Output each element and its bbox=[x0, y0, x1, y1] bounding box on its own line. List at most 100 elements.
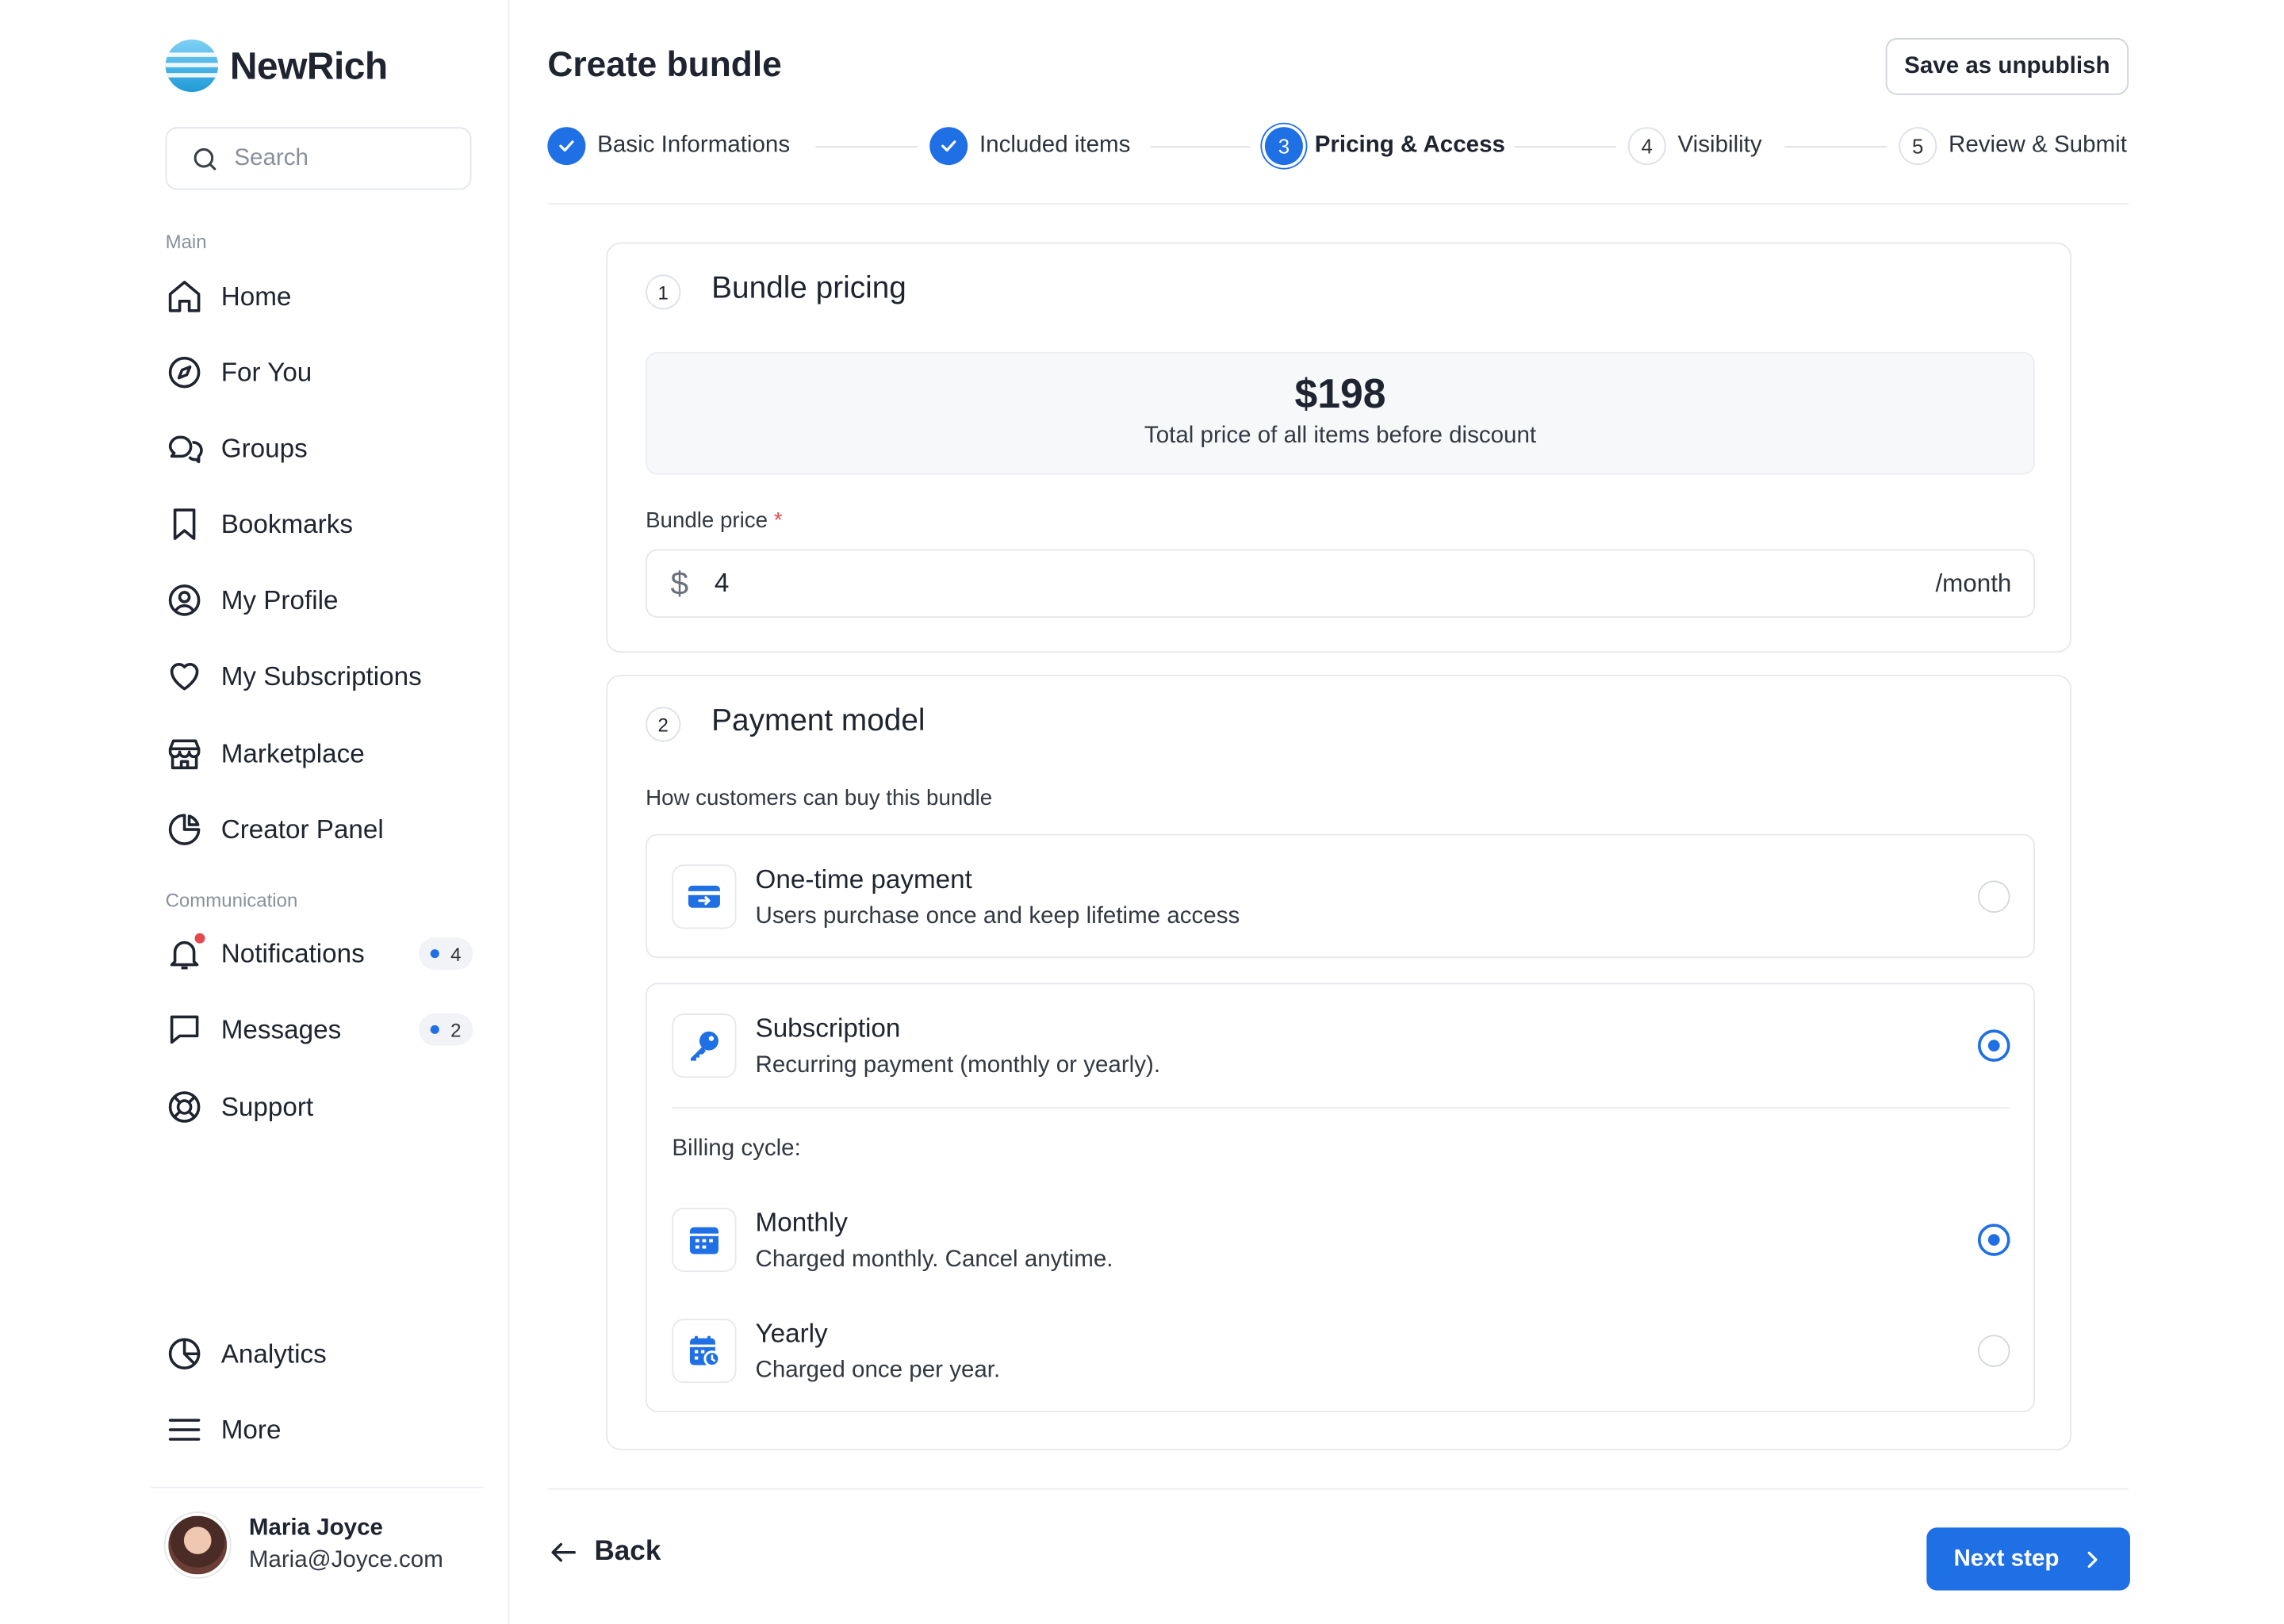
section-number: 2 bbox=[646, 707, 681, 742]
sidebar-item-label: My Subscriptions bbox=[220, 661, 422, 691]
header-divider bbox=[547, 202, 2129, 205]
footer-divider bbox=[547, 1488, 2129, 1490]
total-price: $198 bbox=[1294, 370, 1386, 416]
option-row[interactable]: One-time payment Users purchase once and… bbox=[672, 853, 2033, 941]
sidebar-item-notifications[interactable]: Notifications 4 bbox=[166, 925, 473, 983]
sidebar-item-label: Bookmarks bbox=[220, 508, 353, 538]
section-label-main: Main bbox=[165, 230, 207, 253]
bundle-pricing-card: 1 Bundle pricing $198 Total price of all… bbox=[606, 242, 2072, 653]
sidebar-item-home[interactable]: Home bbox=[166, 267, 473, 326]
sidebar-item-my-subscriptions[interactable]: My Subscriptions bbox=[166, 647, 473, 706]
bookmark-icon bbox=[173, 508, 196, 540]
one-time-payment-radio[interactable] bbox=[1977, 880, 2010, 914]
total-price-summary: $198 Total price of all items before dis… bbox=[646, 351, 2035, 475]
user-email: Maria@Joyce.com bbox=[248, 1548, 443, 1573]
sidebar-item-label: More bbox=[220, 1414, 282, 1444]
sidebar-item-bookmarks[interactable]: Bookmarks bbox=[166, 495, 473, 553]
user-circle-icon bbox=[168, 584, 201, 616]
message-icon bbox=[170, 1015, 199, 1044]
back-button[interactable]: Back bbox=[547, 1536, 661, 1568]
chevron-right-icon bbox=[2087, 1550, 2097, 1568]
sidebar-item-more[interactable]: More bbox=[166, 1400, 473, 1459]
divider bbox=[672, 1107, 2010, 1109]
home-icon bbox=[168, 281, 201, 312]
notifications-count-badge: 4 bbox=[418, 937, 473, 970]
option-description: Charged monthly. Cancel anytime. bbox=[755, 1247, 1113, 1273]
sidebar-item-label: Home bbox=[220, 281, 292, 311]
step-label: Basic Informations bbox=[597, 132, 791, 158]
stepper-step-visibility[interactable]: 4 Visibility bbox=[1627, 127, 1762, 166]
step-number: 3 bbox=[1264, 127, 1303, 166]
notification-dot bbox=[194, 933, 205, 944]
option-title: One-time payment bbox=[755, 864, 972, 894]
billing-option-monthly[interactable]: Monthly Charged monthly. Cancel anytime. bbox=[672, 1196, 2033, 1284]
sidebar-item-creator-panel[interactable]: Creator Panel bbox=[166, 800, 473, 859]
stepper-step-basic-info[interactable]: Basic Informations bbox=[547, 127, 791, 166]
heart-icon bbox=[170, 663, 199, 691]
sidebar-item-groups[interactable]: Groups bbox=[166, 419, 473, 478]
sidebar-item-label: Notifications bbox=[220, 938, 365, 968]
option-title: Monthly bbox=[755, 1208, 848, 1237]
pie-chart-icon bbox=[168, 814, 201, 845]
sidebar-item-for-you[interactable]: For You bbox=[166, 343, 473, 402]
stepper-step-included-items[interactable]: Included items bbox=[929, 127, 1131, 166]
sidebar-item-label: My Profile bbox=[220, 584, 339, 615]
required-mark: * bbox=[773, 508, 783, 534]
stepper-step-review-submit[interactable]: 5 Review & Submit bbox=[1899, 127, 2127, 166]
sidebar-item-label: Creator Panel bbox=[220, 814, 384, 844]
option-one-time-payment[interactable]: One-time payment Users purchase once and… bbox=[646, 833, 2035, 959]
stepper-connector bbox=[815, 146, 918, 148]
section-number: 1 bbox=[646, 274, 681, 310]
bundle-price-input[interactable] bbox=[714, 568, 1936, 599]
user-name: Maria Joyce bbox=[248, 1515, 383, 1541]
app-name: NewRich bbox=[229, 43, 388, 87]
billing-option-yearly[interactable]: Yearly Charged once per year. bbox=[672, 1307, 2033, 1395]
logo-icon bbox=[165, 39, 219, 93]
calendar-clock-icon bbox=[672, 1319, 737, 1384]
bundle-price-field[interactable]: $ /month bbox=[646, 549, 2035, 619]
option-description: Users purchase once and keep lifetime ac… bbox=[755, 904, 1240, 929]
step-label: Included items bbox=[979, 132, 1131, 158]
subscription-radio[interactable] bbox=[1977, 1029, 2010, 1062]
sidebar-divider bbox=[151, 1486, 485, 1488]
compass-icon bbox=[168, 356, 201, 389]
sidebar: NewRich Main Home For You Groups Bookmar… bbox=[0, 0, 510, 1624]
app-logo[interactable]: NewRich bbox=[165, 39, 388, 93]
search-box[interactable] bbox=[165, 127, 472, 190]
sidebar-item-label: Support bbox=[220, 1091, 314, 1121]
sidebar-item-marketplace[interactable]: Marketplace bbox=[166, 724, 473, 783]
sidebar-item-label: Messages bbox=[220, 1014, 342, 1044]
key-icon bbox=[672, 1013, 737, 1078]
search-input[interactable] bbox=[234, 145, 439, 172]
analytics-icon bbox=[168, 1338, 201, 1370]
search-icon bbox=[194, 147, 217, 170]
sidebar-item-label: For You bbox=[220, 357, 312, 387]
chat-bubbles-icon bbox=[168, 435, 203, 464]
option-subscription[interactable]: Subscription Recurring payment (monthly … bbox=[646, 982, 2035, 1412]
stepper-connector bbox=[1784, 146, 1887, 148]
stepper-connector bbox=[1150, 146, 1251, 148]
user-profile[interactable]: Maria Joyce Maria@Joyce.com bbox=[165, 1513, 443, 1578]
option-row[interactable]: Subscription Recurring payment (monthly … bbox=[672, 1002, 2033, 1090]
step-number: 5 bbox=[1899, 127, 1937, 166]
monthly-radio[interactable] bbox=[1977, 1224, 2010, 1256]
messages-count-badge: 2 bbox=[418, 1013, 473, 1046]
yearly-radio[interactable] bbox=[1977, 1335, 2010, 1367]
sidebar-item-messages[interactable]: Messages 2 bbox=[166, 1001, 473, 1059]
credit-card-icon bbox=[672, 864, 737, 929]
stepper-step-pricing-access[interactable]: 3 Pricing & Access bbox=[1264, 127, 1505, 166]
next-step-button[interactable]: Next step bbox=[1926, 1527, 2130, 1591]
option-description: Recurring payment (monthly or yearly). bbox=[755, 1052, 1161, 1078]
sidebar-item-support[interactable]: Support bbox=[166, 1078, 473, 1136]
menu-icon bbox=[168, 1419, 201, 1441]
option-title: Subscription bbox=[755, 1013, 901, 1043]
section-title: Payment model bbox=[711, 703, 925, 738]
sidebar-item-analytics[interactable]: Analytics bbox=[166, 1324, 473, 1383]
store-icon bbox=[168, 739, 201, 770]
sidebar-item-my-profile[interactable]: My Profile bbox=[166, 571, 473, 630]
section-label-communication: Communication bbox=[165, 889, 298, 912]
option-title: Yearly bbox=[755, 1319, 828, 1348]
save-as-unpublish-button[interactable]: Save as unpublish bbox=[1885, 37, 2129, 95]
sidebar-item-label: Marketplace bbox=[220, 737, 365, 768]
step-label: Review & Submit bbox=[1949, 132, 2127, 158]
